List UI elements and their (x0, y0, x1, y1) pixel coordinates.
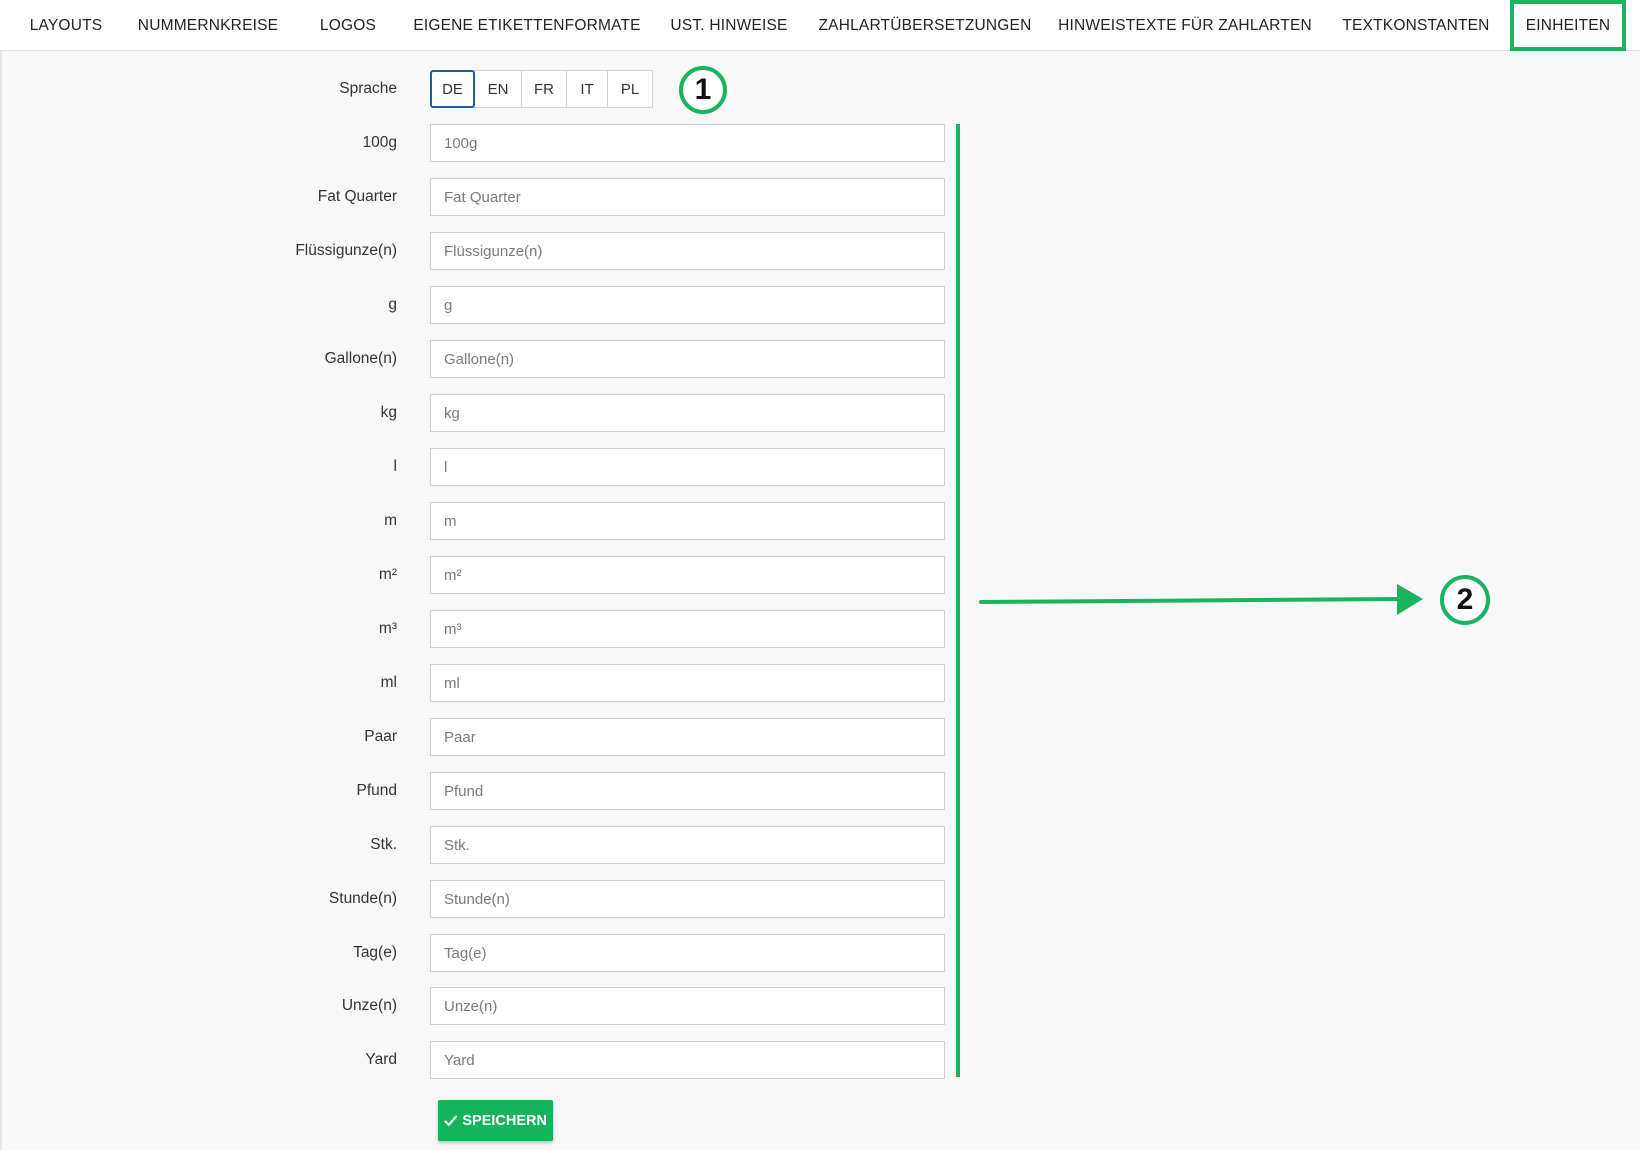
language-option-fr[interactable]: FR (521, 70, 567, 108)
unit-label: Pfund (356, 782, 397, 799)
unit-input-pfund[interactable] (430, 772, 945, 810)
tab-logos[interactable]: LOGOS (310, 0, 386, 51)
unit-label: m (384, 512, 397, 529)
unit-label: g (388, 296, 397, 313)
unit-row: kg (0, 394, 960, 432)
tab-textkonstanten[interactable]: TEXTKONSTANTEN (1336, 0, 1496, 51)
unit-input-m3[interactable] (430, 610, 945, 648)
annotation-arrow (979, 584, 1423, 615)
tab-ust-hinweise[interactable]: UST. HINWEISE (665, 0, 793, 51)
tab-nummernkreise[interactable]: NUMMERNKREISE (130, 0, 286, 51)
unit-label: Flüssigunze(n) (295, 242, 397, 259)
annotation-bracket-line (956, 124, 960, 1077)
unit-input-g[interactable] (430, 286, 945, 324)
language-option-en[interactable]: EN (474, 70, 522, 108)
unit-row: Pfund (0, 772, 960, 810)
unit-label: m² (378, 566, 397, 583)
annotation-marker-1: 1 (679, 66, 727, 114)
unit-label: Tag(e) (353, 944, 397, 961)
language-switcher: DE EN FR IT PL (430, 70, 653, 108)
unit-input-tag[interactable] (430, 934, 945, 972)
annotation-marker-2: 2 (1440, 575, 1490, 625)
unit-input-fat-quarter[interactable] (430, 178, 945, 216)
unit-input-m[interactable] (430, 502, 945, 540)
unit-label: kg (380, 404, 397, 421)
unit-label: Stunde(n) (328, 890, 397, 907)
unit-input-yard[interactable] (430, 1041, 945, 1079)
unit-label: l (393, 458, 397, 475)
unit-input-gallone[interactable] (430, 340, 945, 378)
unit-label: 100g (362, 134, 397, 151)
unit-input-paar[interactable] (430, 718, 945, 756)
tab-einheiten[interactable]: EINHEITEN (1510, 0, 1626, 51)
language-label: Sprache (339, 80, 397, 97)
unit-label: Stk. (370, 836, 397, 853)
unit-label: Unze(n) (341, 997, 397, 1014)
tab-zahlartuebersetzungen[interactable]: ZAHLARTÜBERSETZUNGEN (815, 0, 1035, 51)
unit-row: m (0, 502, 960, 540)
unit-row: l (0, 448, 960, 486)
unit-label: m³ (378, 620, 397, 637)
unit-label: Yard (365, 1051, 397, 1068)
save-button[interactable]: SPEICHERN (438, 1100, 553, 1141)
unit-row: Tag(e) (0, 934, 960, 972)
unit-row: Gallone(n) (0, 340, 960, 378)
unit-input-stk[interactable] (430, 826, 945, 864)
unit-input-l[interactable] (430, 448, 945, 486)
unit-label: Gallone(n) (324, 350, 397, 367)
tab-layouts[interactable]: LAYOUTS (16, 0, 116, 51)
unit-input-m2[interactable] (430, 556, 945, 594)
unit-input-fluessigunze[interactable] (430, 232, 945, 270)
save-button-label: SPEICHERN (462, 1112, 547, 1129)
unit-label: ml (380, 674, 397, 691)
language-option-de[interactable]: DE (430, 70, 475, 108)
unit-row: Fat Quarter (0, 178, 960, 216)
unit-row: m³ (0, 610, 960, 648)
tab-bar: LAYOUTS NUMMERNKREISE LOGOS EIGENE ETIKE… (0, 0, 1640, 51)
language-option-pl[interactable]: PL (607, 70, 653, 108)
unit-row: g (0, 286, 960, 324)
unit-row: Yard (0, 1041, 960, 1079)
unit-input-100g[interactable] (430, 124, 945, 162)
unit-row: m² (0, 556, 960, 594)
unit-row: Flüssigunze(n) (0, 232, 960, 270)
unit-input-kg[interactable] (430, 394, 945, 432)
tab-hinweistexte-fuer-zahlarten[interactable]: HINWEISTEXTE FÜR ZAHLARTEN (1055, 0, 1315, 51)
unit-input-stunde[interactable] (430, 880, 945, 918)
check-icon (444, 1115, 458, 1126)
unit-label: Paar (364, 728, 397, 745)
unit-row: ml (0, 664, 960, 702)
unit-row: 100g (0, 124, 960, 162)
unit-label: Fat Quarter (317, 188, 397, 205)
unit-row: Unze(n) (0, 987, 960, 1025)
unit-row: Paar (0, 718, 960, 756)
unit-input-unze[interactable] (430, 987, 945, 1025)
unit-row: Stunde(n) (0, 880, 960, 918)
language-option-it[interactable]: IT (566, 70, 608, 108)
unit-row: Stk. (0, 826, 960, 864)
unit-input-ml[interactable] (430, 664, 945, 702)
tab-eigene-etikettenformate[interactable]: EIGENE ETIKETTENFORMATE (410, 0, 644, 51)
